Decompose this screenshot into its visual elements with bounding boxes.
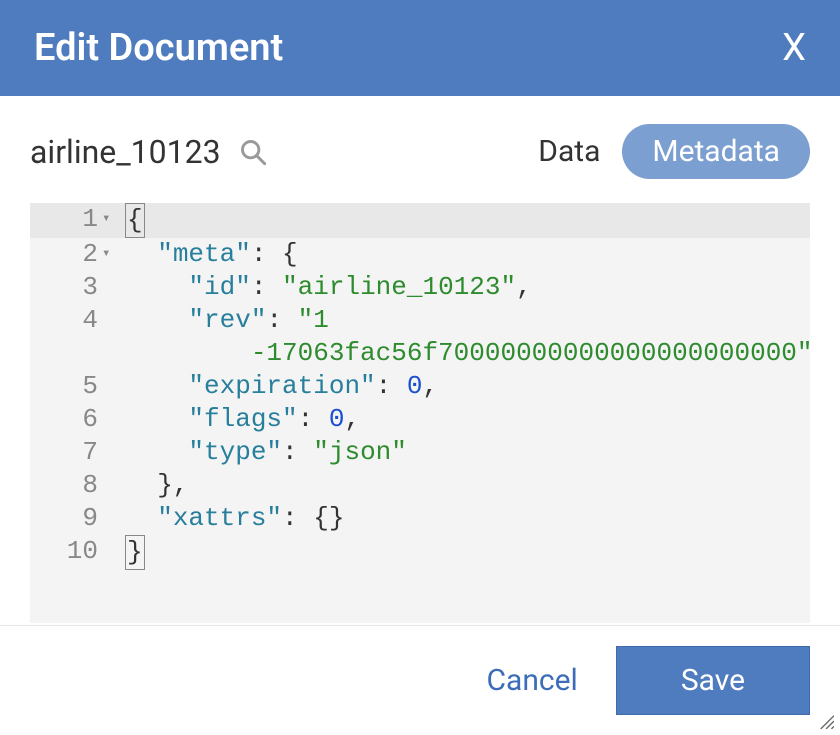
dialog-header: Edit Document X: [0, 0, 840, 96]
fold-toggle-icon[interactable]: ▾: [102, 203, 126, 238]
line-number: 8: [30, 469, 102, 502]
code-content[interactable]: "id": "airline_10123",: [126, 271, 810, 304]
line-number: 2: [30, 238, 102, 271]
subheader: airline_10123 Data Metadata: [0, 96, 840, 203]
line-number: 1: [30, 203, 102, 238]
line-number: 6: [30, 403, 102, 436]
fold-toggle-icon: [102, 403, 126, 436]
json-editor[interactable]: 1▾{2▾ "meta": {3 "id": "airline_10123",4…: [30, 203, 810, 623]
editor-line[interactable]: 3 "id": "airline_10123",: [30, 271, 810, 304]
code-content[interactable]: },: [126, 469, 810, 502]
line-number: 4: [30, 304, 102, 337]
editor-line[interactable]: 10}: [30, 535, 810, 570]
code-content[interactable]: "flags": 0,: [126, 403, 810, 436]
line-number: 10: [30, 535, 102, 570]
cancel-button[interactable]: Cancel: [487, 663, 578, 698]
fold-toggle-icon: [102, 469, 126, 502]
fold-toggle-icon: [102, 370, 126, 403]
code-content[interactable]: "expiration": 0,: [126, 370, 810, 403]
fold-toggle-icon: [102, 271, 126, 304]
fold-toggle-icon: [102, 535, 126, 570]
fold-toggle-icon[interactable]: ▾: [102, 238, 126, 271]
dialog-title: Edit Document: [34, 26, 283, 70]
tab-data[interactable]: Data: [538, 134, 600, 169]
code-content[interactable]: "type": "json": [126, 436, 810, 469]
code-content[interactable]: {: [126, 203, 810, 238]
fold-toggle-icon: [102, 436, 126, 469]
line-number: 3: [30, 271, 102, 304]
editor-line[interactable]: 8 },: [30, 469, 810, 502]
line-number: 9: [30, 502, 102, 535]
editor-line[interactable]: 9 "xattrs": {}: [30, 502, 810, 535]
fold-toggle-icon: [102, 304, 126, 337]
document-id: airline_10123: [30, 133, 221, 171]
fold-toggle-icon: [102, 502, 126, 535]
view-tabs: Data Metadata: [538, 124, 810, 179]
code-content[interactable]: "rev": "1: [126, 304, 810, 337]
tab-metadata[interactable]: Metadata: [622, 124, 810, 179]
save-button[interactable]: Save: [616, 646, 810, 715]
editor-line[interactable]: 4 "rev": "1: [30, 304, 810, 337]
code-content[interactable]: }: [126, 535, 810, 570]
fold-toggle-icon: [102, 337, 126, 370]
line-number: [30, 337, 102, 370]
line-number: 7: [30, 436, 102, 469]
dialog-footer: Cancel Save: [0, 625, 840, 735]
code-content[interactable]: "meta": {: [126, 238, 810, 271]
code-content[interactable]: "xattrs": {}: [126, 502, 810, 535]
close-icon[interactable]: X: [782, 29, 806, 67]
editor-line[interactable]: 2▾ "meta": {: [30, 238, 810, 271]
editor-line[interactable]: -17063fac56f70000000000000000000000",: [30, 337, 810, 370]
editor-line[interactable]: 1▾{: [30, 203, 810, 238]
editor-line[interactable]: 6 "flags": 0,: [30, 403, 810, 436]
search-icon[interactable]: [239, 138, 267, 166]
editor-line[interactable]: 7 "type": "json": [30, 436, 810, 469]
line-number: 5: [30, 370, 102, 403]
code-content[interactable]: -17063fac56f70000000000000000000000",: [126, 337, 810, 370]
document-id-group: airline_10123: [30, 133, 267, 171]
editor-line[interactable]: 5 "expiration": 0,: [30, 370, 810, 403]
